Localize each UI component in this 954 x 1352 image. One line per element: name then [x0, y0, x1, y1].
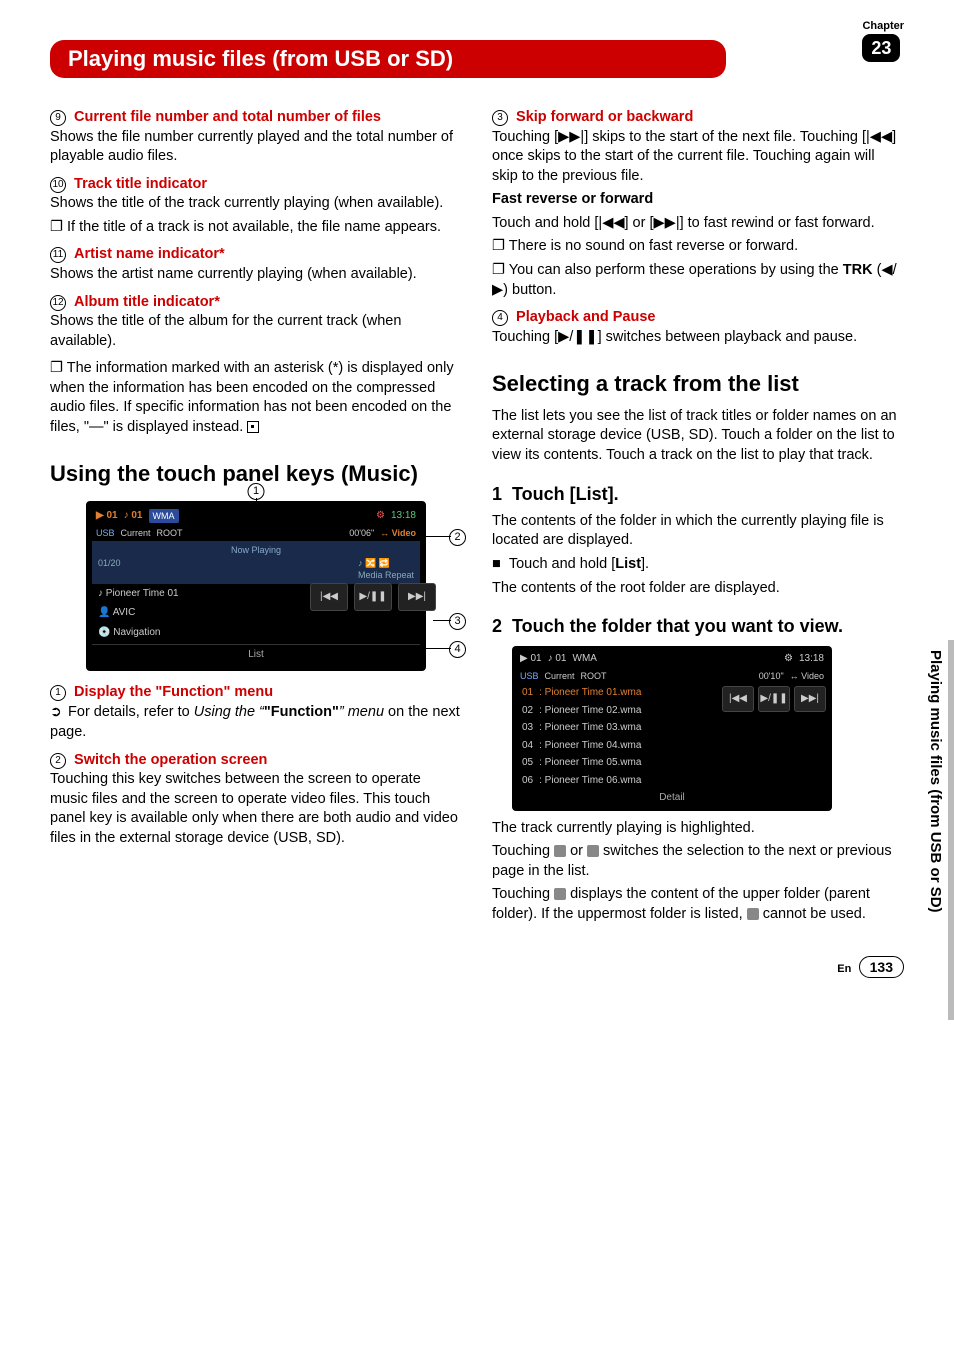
fast-bullet1: There is no sound on fast reverse or for… [492, 237, 904, 257]
list-play-button[interactable]: ▶/❚❚ [758, 686, 790, 712]
folder-up-icon-2 [747, 908, 759, 920]
side-accent-bar [948, 640, 954, 1020]
end-mark-icon [247, 421, 259, 433]
item12-heading: Album title indicator* [74, 294, 220, 310]
page-down-icon [587, 845, 599, 857]
item9-body: Shows the file number currently played a… [50, 128, 462, 167]
marker-11: 11 [50, 247, 66, 263]
b4-body: Touching [▶/❚❚] switches between playbac… [492, 328, 904, 348]
chapter-label: Chapter [862, 20, 904, 32]
item10-heading: Track title indicator [74, 176, 207, 192]
step1-bullet: ■ Touch and hold [List]. [492, 555, 904, 575]
page-up-icon [554, 845, 566, 857]
video-switch-button[interactable]: ↔ Video [380, 527, 416, 539]
music-screen: ▶ 01 ♪ 01 WMA ⚙ 13:18 USB Current ROOT 0… [86, 501, 426, 671]
step1-body2: The contents of the root folder are disp… [492, 579, 904, 599]
b4-heading: Playback and Pause [516, 309, 655, 325]
step1-body: The contents of the folder in which the … [492, 512, 904, 551]
video-switch-button-2[interactable]: ↔ Video [790, 670, 824, 682]
selecting-body: The list lets you see the list of track … [492, 407, 904, 466]
asterisk-note: The information marked with an asterisk … [50, 359, 462, 437]
page-title-bar: Playing music files (from USB or SD) [50, 40, 726, 78]
list-button[interactable]: List [92, 644, 420, 665]
marker-b1: 1 [50, 685, 66, 701]
item10-body: Shows the title of the track currently p… [50, 194, 462, 214]
page-title: Playing music files (from USB or SD) [68, 46, 453, 71]
marker-12: 12 [50, 295, 66, 311]
section-heading-selecting: Selecting a track from the list [492, 369, 904, 399]
left-column: 9 Current file number and total number o… [50, 108, 462, 928]
fast-heading: Fast reverse or forward [492, 190, 904, 210]
right-column: 3 Skip forward or backward Touching [▶▶|… [492, 108, 904, 928]
fast-bullet2: You can also perform these operations by… [492, 261, 904, 300]
item12-body: Shows the title of the album for the cur… [50, 312, 462, 351]
callout-4: 4 [449, 641, 466, 658]
marker-9: 9 [50, 110, 66, 126]
figure-list-screen: ▶ 01 ♪ 01 WMA ⚙ 13:18 USB Current ROOT 0… [512, 646, 832, 810]
list-screen: ▶ 01 ♪ 01 WMA ⚙ 13:18 USB Current ROOT 0… [512, 646, 832, 810]
item10-bullet: If the title of a track is not available… [50, 218, 462, 238]
list-item[interactable]: 06: Pioneer Time 06.wma [516, 772, 828, 790]
list-next-button[interactable]: ▶▶| [794, 686, 826, 712]
marker-b4: 4 [492, 310, 508, 326]
callout-2: 2 [449, 529, 466, 546]
play-pause-button[interactable]: ▶/❚❚ [354, 583, 392, 611]
figure-music-screen: 1 ▶ 01 ♪ 01 WMA ⚙ 13:18 USB Current ROO [86, 501, 426, 671]
list-item[interactable]: 03: Pioneer Time 03.wma [516, 719, 828, 737]
b1-body: ➲ For details, refer to Using the “"Func… [50, 702, 462, 742]
folder-up-icon [554, 888, 566, 900]
detail-button[interactable]: Detail [516, 789, 828, 807]
step1-heading: 1Touch [List]. [492, 482, 904, 506]
item11-heading: Artist name indicator* [74, 246, 225, 262]
list-item[interactable]: 05: Pioneer Time 05.wma [516, 754, 828, 772]
b2-heading: Switch the operation screen [74, 752, 267, 768]
page-footer: En 133 [837, 956, 904, 978]
prev-button[interactable]: |◀◀ [310, 583, 348, 611]
after-fig-p1: The track currently playing is highlight… [492, 819, 904, 839]
after-fig-p3: Touching displays the content of the upp… [492, 885, 904, 924]
callout-3: 3 [449, 613, 466, 630]
b1-heading: Display the "Function" menu [74, 684, 273, 700]
marker-b2: 2 [50, 753, 66, 769]
pointer-icon: ➲ [50, 702, 64, 721]
chapter-tab: Chapter 23 [862, 20, 904, 62]
chapter-number: 23 [862, 34, 900, 62]
list-item[interactable]: 04: Pioneer Time 04.wma [516, 737, 828, 755]
b2-body: Touching this key switches between the s… [50, 770, 462, 848]
marker-b3: 3 [492, 110, 508, 126]
b3-heading: Skip forward or backward [516, 109, 693, 125]
after-fig-p2: Touching or switches the selection to th… [492, 842, 904, 881]
fast-body: Touch and hold [|◀◀] or [▶▶|] to fast re… [492, 214, 904, 234]
marker-10: 10 [50, 177, 66, 193]
item11-body: Shows the artist name currently playing … [50, 265, 462, 285]
step2-heading: 2Touch the folder that you want to view. [492, 614, 904, 638]
footer-lang: En [837, 963, 851, 975]
item9-heading: Current file number and total number of … [74, 109, 381, 125]
b3-body: Touching [▶▶|] skips to the start of the… [492, 128, 904, 187]
list-prev-button[interactable]: |◀◀ [722, 686, 754, 712]
next-button[interactable]: ▶▶| [398, 583, 436, 611]
side-running-title: Playing music files (from USB or SD) [927, 650, 944, 913]
footer-page-number: 133 [859, 956, 904, 978]
